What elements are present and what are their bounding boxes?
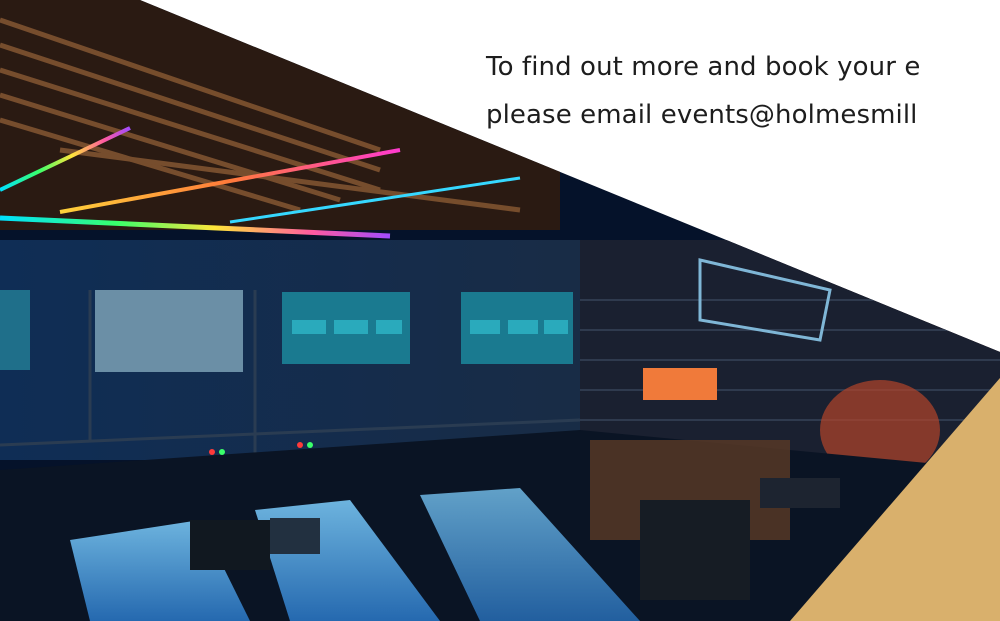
gold-corner-shape [790, 378, 1000, 621]
cta-line-2: please email events@holmesmill [486, 100, 918, 130]
flyer-page: To find out more and book your e please … [0, 0, 1000, 621]
cta-line-1: To find out more and book your e [486, 52, 921, 82]
